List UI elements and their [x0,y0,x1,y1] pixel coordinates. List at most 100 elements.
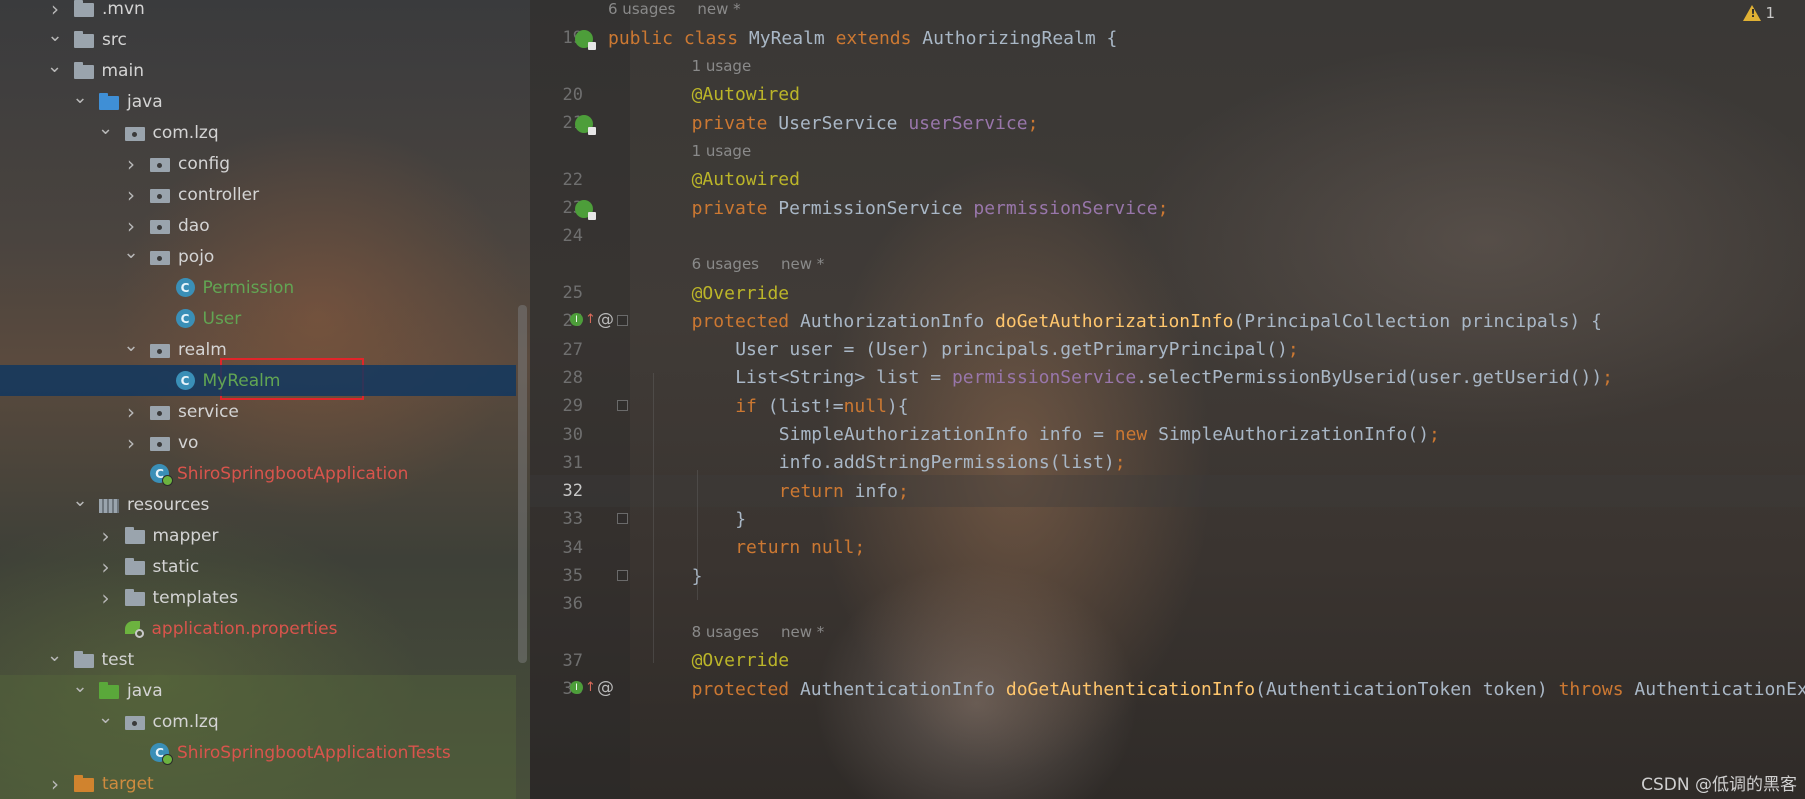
code-line-30[interactable]: 30 SimpleAuthorizationInfo info = new Sim… [530,419,1805,451]
code-line-27[interactable]: 27 User user = (User) principals.getPrima… [530,334,1805,366]
code-token: permissionService [973,197,1158,219]
tree-item-myrealm[interactable]: ›CMyRealm [0,365,516,396]
chevron-down-icon[interactable]: ⌄ [98,118,113,139]
code-text: private PermissionService permissionServ… [692,198,1169,219]
chevron-down-icon[interactable]: ⌄ [47,56,62,77]
tree-item-pojo[interactable]: ⌄ pojo [0,241,516,272]
code-editor[interactable]: 1 CSDN @低调的黑客 6 usages new * 19public clas… [530,0,1805,799]
code-text: @Autowired [692,84,800,105]
tree-item-templates[interactable]: › templates [0,582,516,613]
override-icon[interactable]: I ↑ [570,312,596,327]
code-line-24[interactable]: 24 [530,220,1805,252]
tree-item-dao[interactable]: › dao [0,210,516,241]
tree-item-user[interactable]: ›CUser [0,303,516,334]
spring-bean-icon[interactable] [574,114,596,135]
chevron-right-icon[interactable]: › [48,0,62,21]
code-line-25[interactable]: 25 @Override [530,277,1805,309]
chevron-down-icon[interactable]: ⌄ [123,335,138,356]
tree-item-permission[interactable]: ›CPermission [0,272,516,303]
usage-hint[interactable]: 1 usage [692,57,752,75]
override-icon[interactable]: I ↑ [570,680,596,695]
tree-item-java[interactable]: ⌄ java [0,675,516,706]
code-line-20[interactable]: 20 @Autowired [530,79,1805,111]
tree-item-resources[interactable]: ⌄ resources [0,489,516,520]
code-line-36[interactable]: 36 [530,588,1805,620]
tree-item-mapper[interactable]: › mapper [0,520,516,551]
code-token: doGetAuthenticationInfo [1005,678,1256,700]
usage-hint[interactable]: 1 usage [692,142,752,160]
tree-scrollbar[interactable] [518,305,527,663]
usage-hint[interactable]: 6 usages new * [608,0,741,18]
code-line-21[interactable]: 21 private UserService userService; [530,107,1805,139]
fold-icon[interactable] [617,400,628,412]
properties-icon [124,619,144,638]
chevron-right-icon[interactable]: › [48,772,62,796]
code-line-29[interactable]: 29 if (list!=null){ [530,390,1805,422]
code-line-19[interactable]: 19 public class MyRealm extends Authorizi… [530,22,1805,54]
fold-icon[interactable] [617,513,628,525]
tree-item-main[interactable]: ⌄ main [0,55,516,86]
fold-icon[interactable] [617,315,628,327]
code-line-37[interactable]: 37 @Override [530,645,1805,677]
code-line-38[interactable]: 38I↑@protected AuthenticationInfo doGetA… [530,673,1805,705]
tree-item-com-lzq[interactable]: ⌄ com.lzq [0,706,516,737]
chevron-down-icon[interactable]: ⌄ [47,25,62,46]
code-line-32[interactable]: 32 return info; [530,475,1805,508]
chevron-right-icon[interactable]: › [124,400,138,424]
code-text: List<String> list = permissionService.se… [735,367,1613,388]
tree-item-shirospringbootapplicationtests[interactable]: ›CShiroSpringbootApplicationTests [0,737,516,768]
chevron-down-icon[interactable]: ⌄ [72,490,87,511]
code-text: info.addStringPermissions(list); [779,452,1126,473]
chevron-right-icon[interactable]: › [124,214,138,238]
tree-item-application-properties[interactable]: ›application.properties [0,613,516,644]
class-icon: C [175,278,195,297]
tree-item-realm[interactable]: ⌄ realm [0,334,516,365]
tree-item-service[interactable]: › service [0,396,516,427]
code-line-22[interactable]: 22 @Autowired [530,164,1805,196]
code-line-23[interactable]: 23 private PermissionService permissionSe… [530,192,1805,224]
chevron-right-icon[interactable]: › [124,431,138,455]
tree-item-target[interactable]: › target [0,768,516,799]
spring-bean-icon[interactable] [574,29,596,50]
chevron-down-icon[interactable]: ⌄ [72,676,87,697]
code-line-33[interactable]: 33} [530,503,1805,535]
tree-item-config[interactable]: › config [0,148,516,179]
chevron-right-icon[interactable]: › [99,586,113,610]
code-token: MyRealm [748,27,836,49]
inspection-warning-indicator[interactable]: 1 [1743,4,1775,22]
spring-bean-icon[interactable] [574,199,596,220]
chevron-down-icon[interactable]: ⌄ [98,707,113,728]
fold-icon[interactable] [617,570,628,581]
annotation-icon[interactable]: @ [597,310,614,330]
code-line-26[interactable]: 26I↑@protected AuthorizationInfo doGetAu… [530,305,1805,337]
chevron-down-icon[interactable]: ⌄ [72,87,87,108]
line-number: 36 [562,594,583,615]
chevron-down-icon[interactable]: ⌄ [123,242,138,263]
chevron-right-icon[interactable]: › [99,524,113,548]
usage-hint[interactable]: 6 usages new * [692,255,825,273]
code-token: UserService [778,112,909,134]
tree-item-vo[interactable]: › vo [0,427,516,458]
tree-item-test[interactable]: ⌄ test [0,644,516,675]
chevron-right-icon[interactable]: › [99,555,113,579]
chevron-down-icon[interactable]: ⌄ [47,645,62,666]
code-token: protected [691,678,800,700]
tree-item-label: .mvn [102,0,145,19]
tree-item-controller[interactable]: › controller [0,179,516,210]
tree-item-java[interactable]: ⌄ java [0,86,516,117]
tree-item-static[interactable]: › static [0,551,516,582]
tree-item-shirospringbootapplication[interactable]: ›CShiroSpringbootApplication [0,458,516,489]
code-token: info.addStringPermissions(list) [778,452,1115,474]
code-line-35[interactable]: 35} [530,560,1805,592]
code-line-28[interactable]: 28 List<String> list = permissionService.… [530,362,1805,394]
usage-hint[interactable]: 8 usages new * [692,623,825,641]
chevron-right-icon[interactable]: › [124,152,138,176]
tree-item--mvn[interactable]: › .mvn [0,0,516,24]
code-line-31[interactable]: 31 info.addStringPermissions(list); [530,447,1805,479]
code-line-34[interactable]: 34 return null; [530,532,1805,564]
chevron-right-icon[interactable]: › [124,183,138,207]
line-number: 28 [562,367,583,388]
tree-item-src[interactable]: ⌄ src [0,24,516,55]
annotation-icon[interactable]: @ [597,678,614,698]
tree-item-com-lzq[interactable]: ⌄ com.lzq [0,117,516,148]
